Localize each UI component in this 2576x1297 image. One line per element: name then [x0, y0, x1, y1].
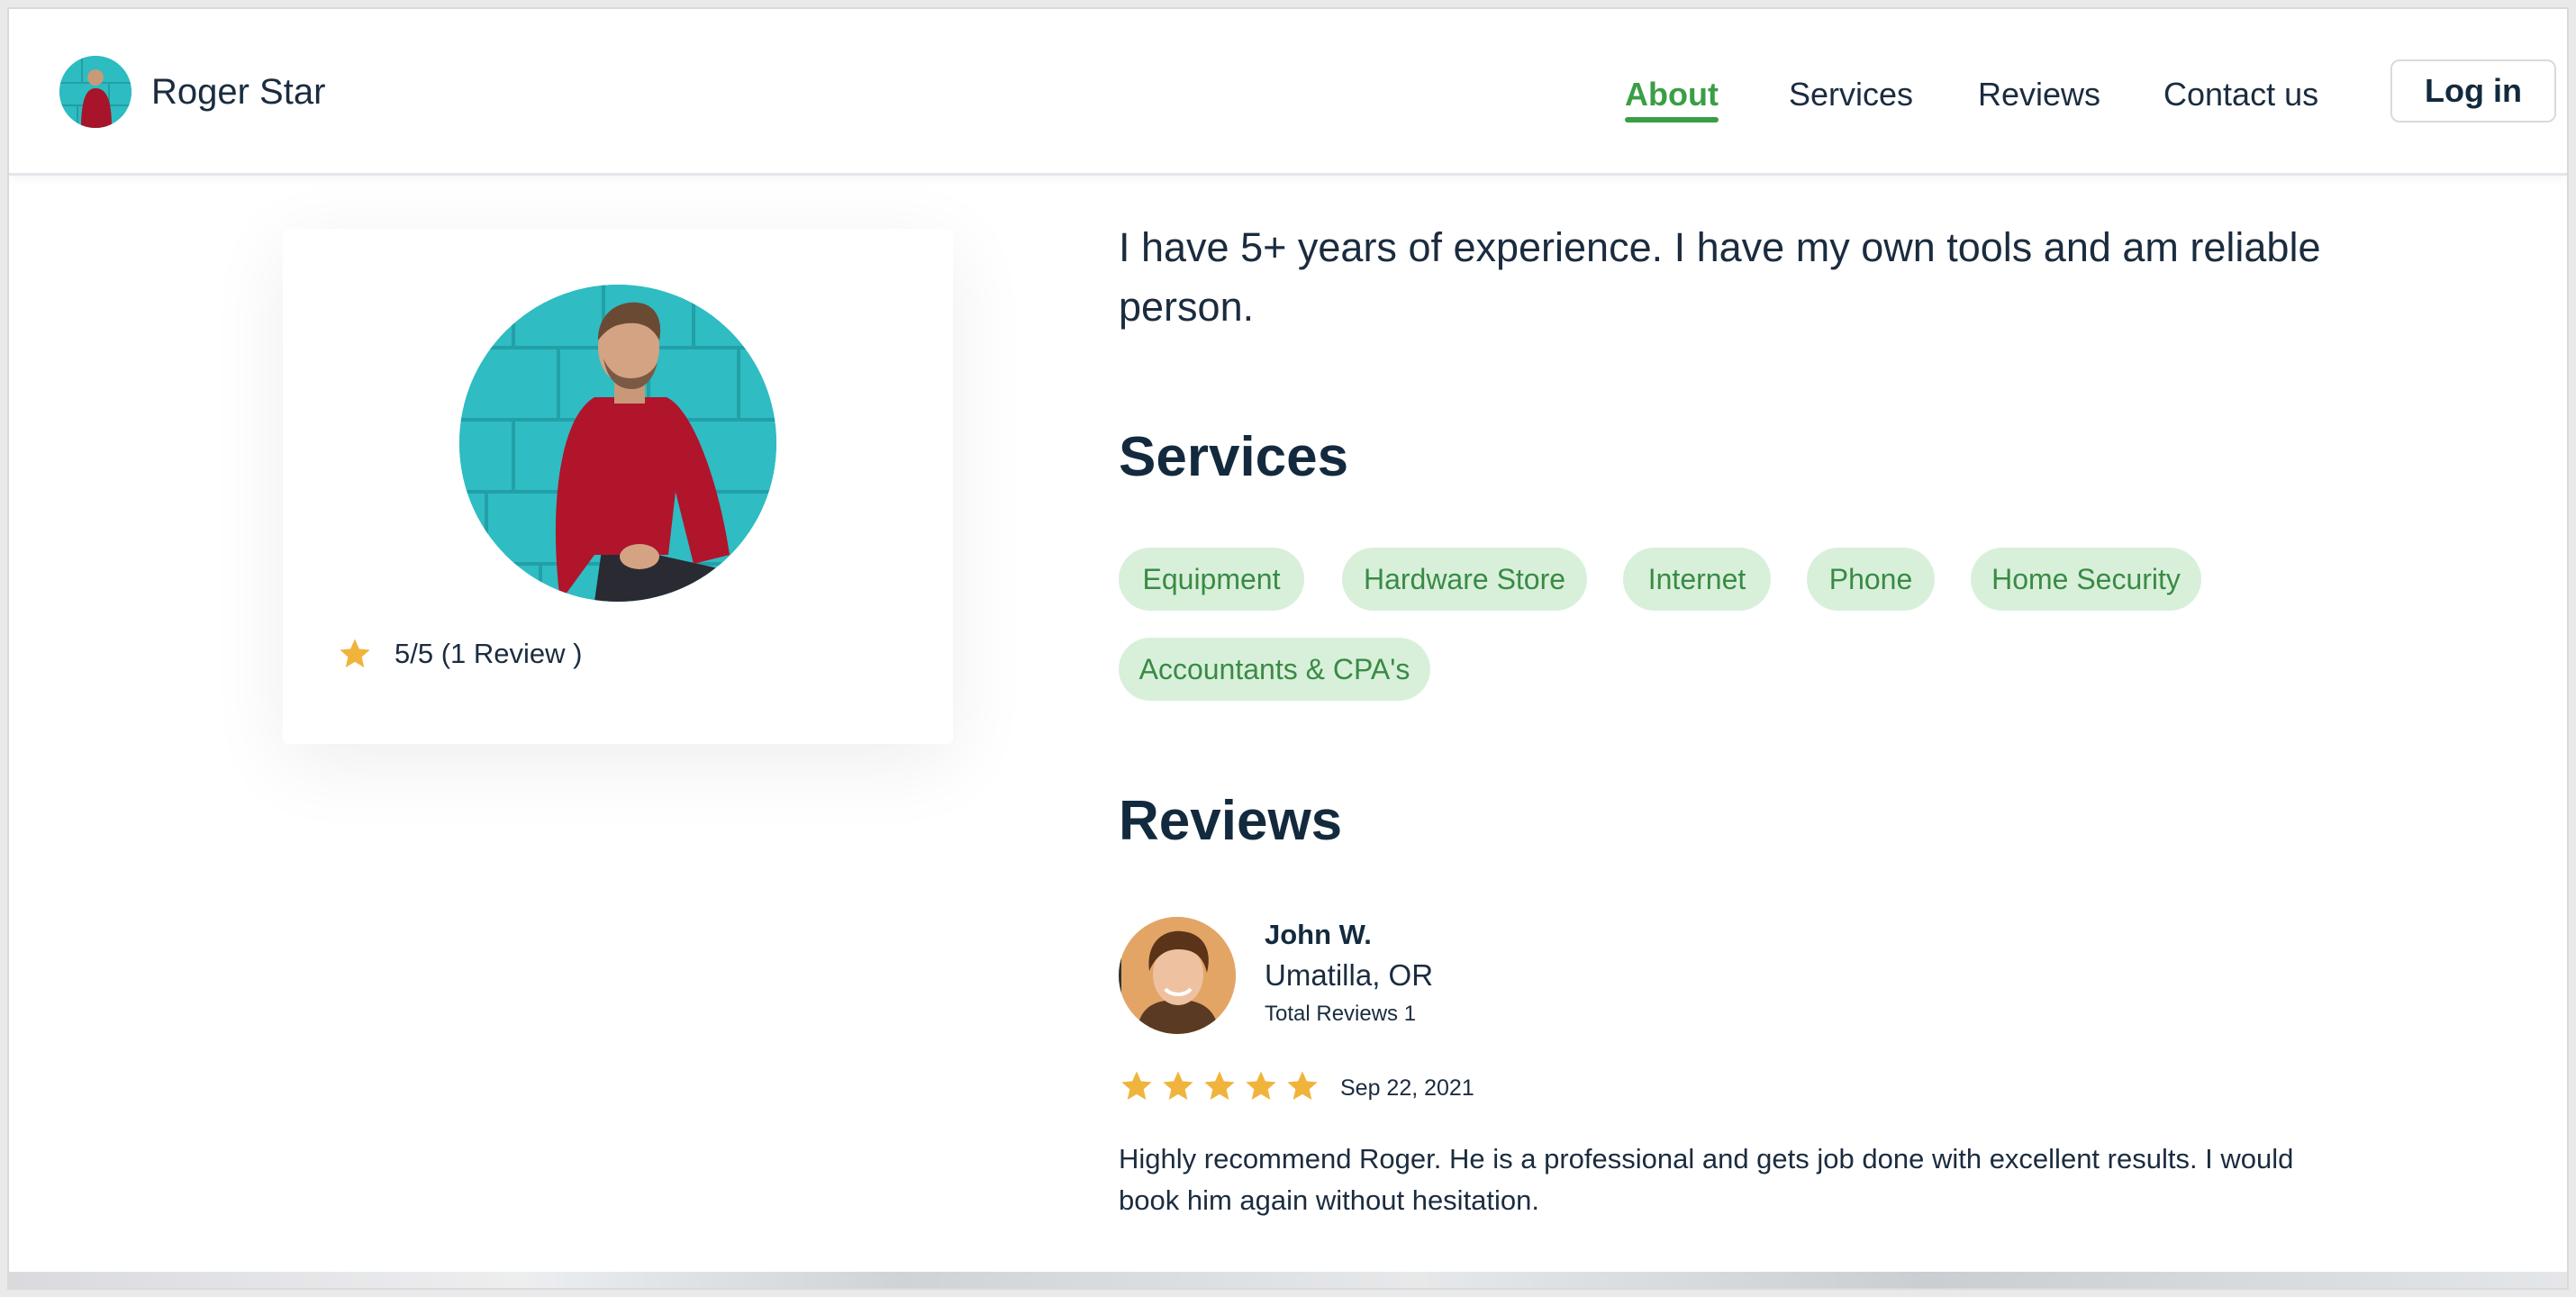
- service-tag[interactable]: Accountants & CPA's: [1119, 638, 1430, 701]
- reviews-heading: Reviews: [1119, 790, 1343, 852]
- brand-avatar: [59, 56, 132, 128]
- review-text: Highly recommend Roger. He is a professi…: [1119, 1143, 2294, 1216]
- nav-active-underline: [1625, 117, 1719, 122]
- top-navbar: Roger Star About Services Reviews Contac…: [9, 9, 2567, 176]
- star-icon: [1246, 1071, 1276, 1100]
- nav-reviews[interactable]: Reviews: [1978, 76, 2100, 113]
- star-icon: [1163, 1071, 1193, 1100]
- profile-card: 5/5 (1 Review ): [283, 229, 953, 744]
- reviewer-total-reviews: Total Reviews 1: [1265, 1002, 1417, 1026]
- star-icon: [1121, 1071, 1152, 1100]
- brand-name: Roger Star: [151, 71, 326, 112]
- service-tag[interactable]: Hardware Store: [1342, 548, 1587, 611]
- browser-viewport: Roger Star About Services Reviews Contac…: [7, 7, 2569, 1290]
- reviewer-location: Umatilla, OR: [1265, 958, 1434, 992]
- login-button[interactable]: Log in: [2390, 59, 2556, 122]
- service-tag[interactable]: Internet: [1623, 548, 1771, 611]
- reviewer-name: John W.: [1265, 919, 1372, 950]
- brand[interactable]: Roger Star: [59, 56, 325, 128]
- review-stars: [1119, 1068, 1320, 1104]
- profile-rating: 5/5 (1 Review ): [337, 636, 582, 672]
- services-heading: Services: [1119, 426, 1349, 488]
- service-tag[interactable]: Phone: [1807, 548, 1935, 611]
- reviewer-avatar: [1119, 917, 1236, 1034]
- service-tag[interactable]: Home Security: [1971, 548, 2201, 611]
- bottom-image-strip: [9, 1272, 2567, 1288]
- star-icon: [340, 639, 370, 667]
- review-date: Sep 22, 2021: [1340, 1075, 1474, 1101]
- star-icon: [1287, 1071, 1318, 1100]
- nav-contact-us[interactable]: Contact us: [2163, 76, 2318, 113]
- nav-services[interactable]: Services: [1789, 76, 1913, 113]
- nav-about[interactable]: About: [1625, 76, 1719, 113]
- rating-text: 5/5 (1 Review ): [395, 638, 583, 669]
- service-tag[interactable]: Equipment: [1119, 548, 1304, 611]
- about-intro: I have 5+ years of experience. I have my…: [1119, 224, 2321, 330]
- star-icon: [1204, 1071, 1235, 1100]
- profile-photo: [459, 285, 776, 602]
